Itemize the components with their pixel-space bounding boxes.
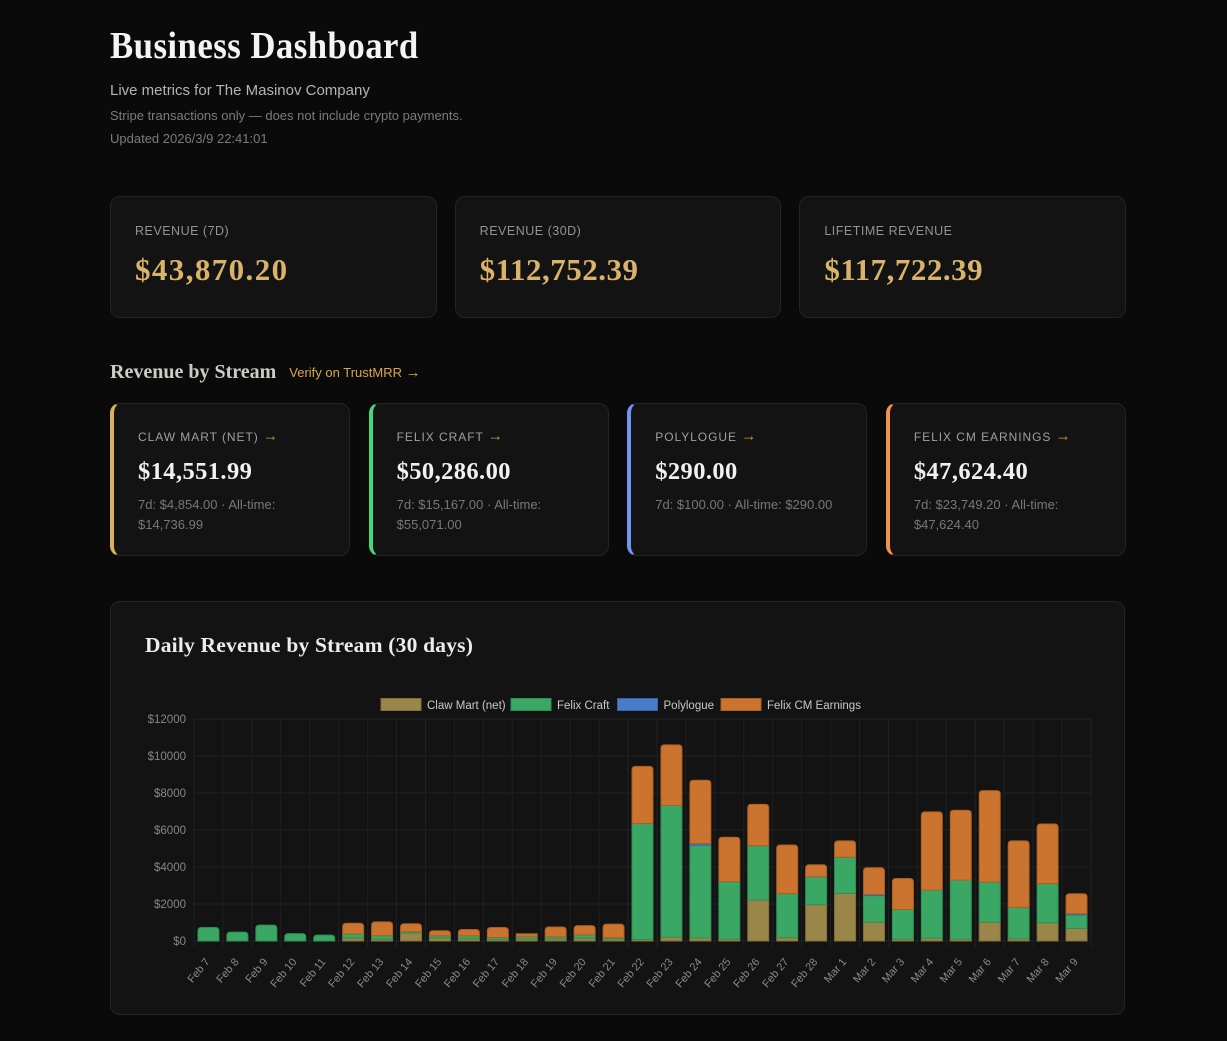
svg-text:$2000: $2000 xyxy=(154,899,186,911)
svg-text:Feb 7: Feb 7 xyxy=(186,956,213,985)
svg-text:Feb 14: Feb 14 xyxy=(384,956,415,990)
svg-text:Claw Mart (net): Claw Mart (net) xyxy=(427,700,506,712)
svg-text:Feb 16: Feb 16 xyxy=(442,956,473,990)
svg-text:Polylogue: Polylogue xyxy=(664,700,715,712)
svg-text:Feb 22: Feb 22 xyxy=(616,956,647,990)
svg-text:Feb 15: Feb 15 xyxy=(413,956,444,990)
svg-text:Mar 2: Mar 2 xyxy=(851,956,878,985)
svg-text:$4000: $4000 xyxy=(154,862,186,874)
svg-text:Mar 6: Mar 6 xyxy=(967,956,994,985)
svg-text:Feb 26: Feb 26 xyxy=(731,956,762,990)
svg-text:Feb 28: Feb 28 xyxy=(789,956,820,990)
svg-text:Feb 19: Feb 19 xyxy=(529,956,560,990)
svg-text:Mar 3: Mar 3 xyxy=(880,956,907,985)
svg-text:Feb 18: Feb 18 xyxy=(500,956,531,990)
svg-text:Feb 24: Feb 24 xyxy=(673,956,704,990)
svg-text:Mar 8: Mar 8 xyxy=(1025,956,1052,985)
svg-text:Feb 25: Feb 25 xyxy=(702,956,733,990)
svg-text:Feb 27: Feb 27 xyxy=(760,956,791,990)
svg-text:Feb 9: Feb 9 xyxy=(243,956,270,985)
svg-text:Feb 13: Feb 13 xyxy=(355,956,386,990)
svg-text:Mar 9: Mar 9 xyxy=(1054,956,1081,985)
svg-text:$8000: $8000 xyxy=(154,788,186,800)
svg-text:Felix CM Earnings: Felix CM Earnings xyxy=(767,700,861,712)
svg-text:$6000: $6000 xyxy=(154,825,186,837)
svg-text:Feb 23: Feb 23 xyxy=(644,956,675,990)
svg-text:Mar 1: Mar 1 xyxy=(822,956,849,985)
svg-text:$12000: $12000 xyxy=(148,714,186,726)
svg-text:Mar 7: Mar 7 xyxy=(996,956,1023,985)
svg-text:Mar 5: Mar 5 xyxy=(938,956,965,985)
svg-text:Feb 17: Feb 17 xyxy=(471,956,502,990)
svg-text:$10000: $10000 xyxy=(148,751,186,763)
svg-text:$0: $0 xyxy=(173,936,186,948)
svg-text:Feb 21: Feb 21 xyxy=(587,956,618,990)
svg-text:Felix Craft: Felix Craft xyxy=(557,700,610,712)
svg-text:Feb 10: Feb 10 xyxy=(268,956,299,990)
svg-text:Mar 4: Mar 4 xyxy=(909,956,936,985)
svg-text:Feb 20: Feb 20 xyxy=(558,956,589,990)
svg-text:Feb 11: Feb 11 xyxy=(298,956,329,989)
svg-text:Feb 8: Feb 8 xyxy=(214,956,241,985)
svg-text:Feb 12: Feb 12 xyxy=(326,956,357,990)
